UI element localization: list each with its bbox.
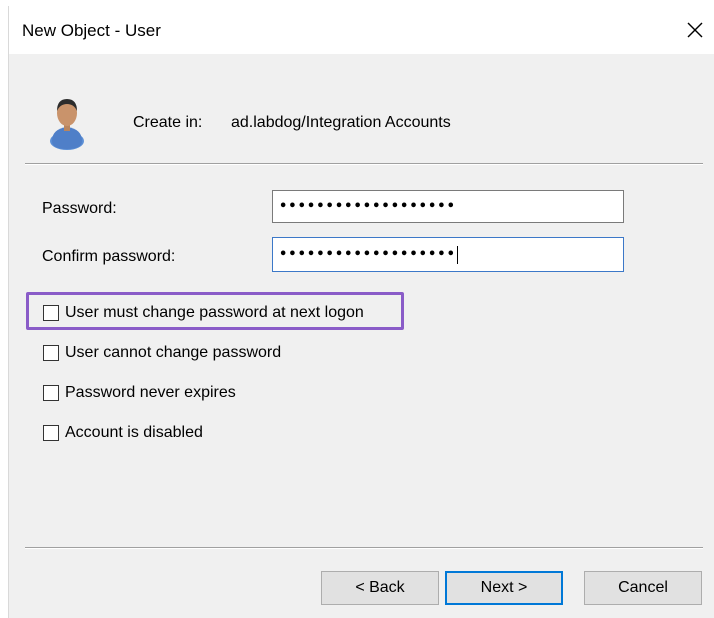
text-caret bbox=[456, 245, 458, 264]
option-label: Password never expires bbox=[65, 384, 236, 401]
checkbox[interactable] bbox=[43, 305, 59, 321]
create-in-label: Create in: bbox=[133, 114, 203, 131]
option-password-never-expires[interactable]: Password never expires bbox=[43, 382, 236, 404]
close-icon bbox=[687, 22, 703, 38]
confirm-password-label: Confirm password: bbox=[42, 248, 176, 265]
close-button[interactable] bbox=[675, 10, 714, 50]
option-cannot-change-password[interactable]: User cannot change password bbox=[43, 342, 281, 364]
new-user-dialog: New Object - User Create in: ad.labdog/I… bbox=[8, 6, 714, 618]
option-label: Account is disabled bbox=[65, 424, 203, 441]
password-value: ••••••••••••••••••• bbox=[279, 199, 456, 214]
password-field[interactable]: ••••••••••••••••••• bbox=[272, 190, 624, 223]
checkbox[interactable] bbox=[43, 345, 59, 361]
next-button[interactable]: Next > bbox=[445, 571, 563, 605]
divider bbox=[25, 163, 703, 165]
cancel-button[interactable]: Cancel bbox=[584, 571, 702, 605]
checkbox[interactable] bbox=[43, 425, 59, 441]
checkbox[interactable] bbox=[43, 385, 59, 401]
confirm-password-value: ••••••••••••••••••• bbox=[279, 247, 456, 262]
create-in-path: ad.labdog/Integration Accounts bbox=[231, 114, 451, 131]
option-label: User must change password at next logon bbox=[65, 304, 364, 321]
password-label: Password: bbox=[42, 200, 117, 217]
divider bbox=[25, 547, 703, 549]
back-button[interactable]: < Back bbox=[321, 571, 439, 605]
title-bar: New Object - User bbox=[9, 6, 714, 54]
option-account-disabled[interactable]: Account is disabled bbox=[43, 422, 203, 444]
option-label: User cannot change password bbox=[65, 344, 282, 361]
confirm-password-field[interactable]: ••••••••••••••••••• bbox=[272, 237, 624, 272]
user-icon bbox=[50, 99, 84, 150]
option-must-change-password[interactable]: User must change password at next logon bbox=[43, 302, 364, 324]
dialog-title: New Object - User bbox=[22, 21, 161, 40]
